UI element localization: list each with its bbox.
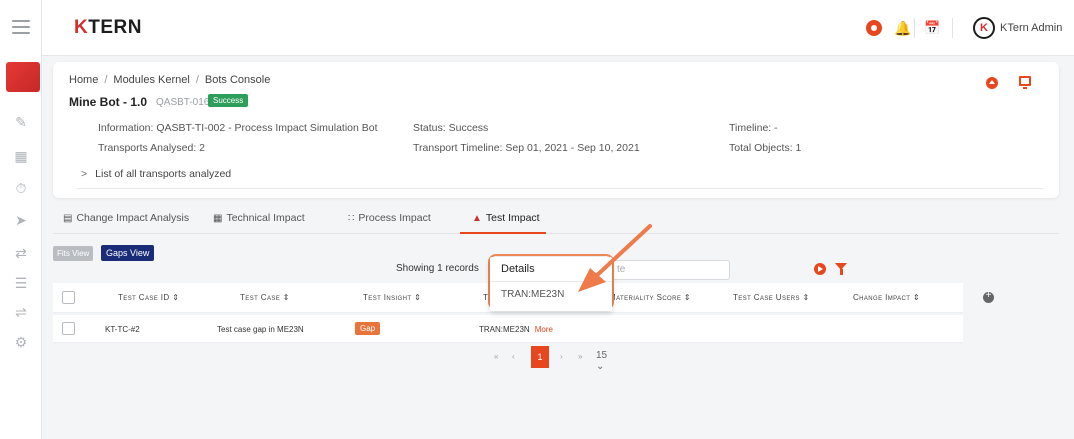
menu-icon[interactable] xyxy=(12,20,30,38)
select-all-checkbox[interactable] xyxy=(62,291,75,304)
dropdown-item-transport[interactable]: TRAN:ME23N xyxy=(501,289,564,300)
page-size-select[interactable]: 15 ⌄ xyxy=(596,350,607,372)
info-timeline: Timeline: - xyxy=(729,122,778,134)
tab-test-impact[interactable]: ▲ Test Impact xyxy=(472,212,540,224)
avatar[interactable]: K xyxy=(973,17,995,39)
flask-icon: ▲ xyxy=(472,213,482,224)
process-icon: ∷ xyxy=(348,213,355,224)
settings-icon[interactable]: ⚙ xyxy=(13,334,29,350)
info-information: Information: QASBT-TI-002 - Process Impa… xyxy=(98,122,378,134)
user-name[interactable]: KTern Admin xyxy=(1000,22,1062,34)
cell-transport: TRAN:ME23N More xyxy=(479,325,553,334)
column-test-case[interactable]: Test Case ⇕ xyxy=(240,293,290,302)
column-test-case-users[interactable]: Test Case Users ⇕ xyxy=(733,293,810,302)
cell-test-case: Test case gap in ME23N xyxy=(217,325,304,334)
dashboard-icon[interactable]: ▦ xyxy=(13,148,29,164)
last-page-button[interactable]: » xyxy=(578,352,582,361)
top-bar: KTERN 🔔 📅 K KTern Admin xyxy=(42,0,1074,56)
send-icon[interactable]: ➤ xyxy=(13,212,29,228)
tab-process-impact[interactable]: ∷ Process Impact xyxy=(348,212,431,224)
calendar-icon[interactable]: 📅 xyxy=(924,20,940,36)
cell-test-case-id: KT-TC-#2 xyxy=(105,325,140,334)
breadcrumb-home[interactable]: Home xyxy=(69,74,98,86)
divider xyxy=(952,18,953,38)
breadcrumb: Home / Modules Kernel / Bots Console xyxy=(69,74,271,86)
active-tab-indicator xyxy=(460,232,546,234)
info-total-objects: Total Objects: 1 xyxy=(729,142,802,154)
edit-icon[interactable]: ✎ xyxy=(13,114,29,130)
gaps-view-button[interactable]: Gaps View xyxy=(101,245,155,261)
timer-icon[interactable]: ⏱ xyxy=(13,180,29,196)
info-transports: Transports Analysed: 2 xyxy=(98,142,205,154)
table-row: KT-TC-#2 Test case gap in ME23N Gap TRAN… xyxy=(53,315,963,343)
insight-badge: Gap xyxy=(355,322,381,335)
first-page-button[interactable]: « xyxy=(494,352,498,361)
more-link[interactable]: More xyxy=(535,325,553,334)
filter-icon[interactable] xyxy=(835,263,847,275)
dropdown-title: Details xyxy=(501,263,535,275)
list-icon[interactable]: ☰ xyxy=(13,275,29,291)
fits-view-button[interactable]: Fits View xyxy=(53,246,94,261)
column-test-insight[interactable]: Test Insight ⇕ xyxy=(363,293,421,302)
annotation-arrow-icon xyxy=(578,224,652,292)
status-badge: Success xyxy=(208,94,249,107)
refresh-icon[interactable]: ⇄ xyxy=(13,245,29,261)
left-rail: ✎ ▦ ⏱ ➤ ⇄ ☰ ⇌ ⚙ xyxy=(0,0,42,439)
info-transport-timeline: Transport Timeline: Sep 01, 2021 - Sep 1… xyxy=(413,142,640,154)
tab-technical-impact[interactable]: ▦ Technical Impact xyxy=(213,212,305,224)
divider xyxy=(77,188,1043,189)
tab-change-impact-analysis[interactable]: ▤ Change Impact Analysis xyxy=(63,212,189,224)
prev-page-button[interactable]: ‹ xyxy=(512,352,515,361)
bot-header-card: Home / Modules Kernel / Bots Console Mine Bo… xyxy=(53,62,1059,198)
grid-icon: ▦ xyxy=(213,213,223,224)
records-count: Showing 1 records xyxy=(396,263,479,274)
impact-tabs: ▤ Change Impact Analysis ▦ Technical Impac… xyxy=(53,206,1059,234)
play-icon[interactable] xyxy=(814,263,826,275)
column-change-impact[interactable]: Change Impact ⇕ xyxy=(853,293,920,302)
add-icon[interactable] xyxy=(866,20,882,36)
page-1-button[interactable]: 1 xyxy=(531,346,549,368)
collapse-icon[interactable] xyxy=(986,77,998,89)
bell-icon[interactable]: 🔔 xyxy=(894,20,911,36)
ktern-logo[interactable]: KTERN xyxy=(74,17,142,39)
info-status: Status: Success xyxy=(413,122,489,134)
column-test-case-id[interactable]: Test Case ID ⇕ xyxy=(118,293,179,302)
row-checkbox[interactable] xyxy=(62,322,75,335)
breadcrumb-modules-kernel[interactable]: Modules Kernel xyxy=(113,74,189,86)
chart-icon: ▤ xyxy=(63,213,73,224)
divider xyxy=(914,18,915,38)
breadcrumb-bots-console[interactable]: Bots Console xyxy=(205,74,270,86)
next-page-button[interactable]: › xyxy=(560,352,563,361)
transports-list-toggle[interactable]: > List of all transports analyzed xyxy=(81,168,231,180)
module-home-icon[interactable] xyxy=(6,62,40,92)
page-title: Mine Bot - 1.0 xyxy=(69,95,148,109)
monitor-icon[interactable] xyxy=(1019,76,1031,89)
chevron-right-icon: > xyxy=(81,168,88,180)
bot-id: QASBT-016 xyxy=(156,97,210,108)
shuffle-icon[interactable]: ⇌ xyxy=(13,304,29,320)
add-column-icon[interactable] xyxy=(983,290,994,303)
